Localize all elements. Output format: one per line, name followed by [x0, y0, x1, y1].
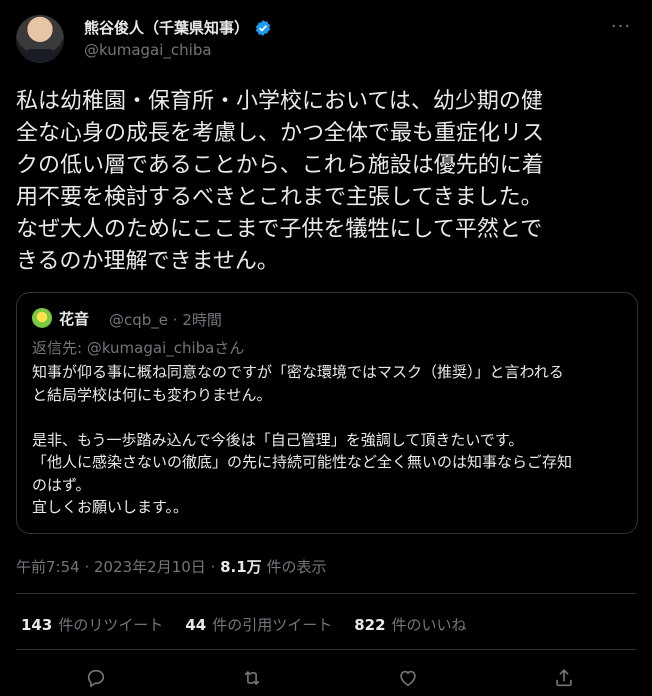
view-label: 件の表示 — [261, 558, 327, 576]
verified-badge-icon — [255, 19, 271, 36]
quote-avatar[interactable] — [32, 308, 52, 328]
tweet-timestamp[interactable]: 午前7:54 · 2023年2月10日 · — [16, 558, 220, 576]
quote-handle-time: @cqb_e · 2時間 — [109, 311, 222, 329]
heart-icon — [400, 670, 416, 687]
more-options-icon[interactable]: ··· — [608, 14, 634, 40]
like-button[interactable] — [394, 664, 422, 692]
author-handle[interactable]: @kumagai_chiba — [84, 41, 212, 59]
quote-reply-to: 返信先: @kumagai_chibaさん — [32, 339, 245, 357]
quote-text: 知事が仰る事に概ね同意なのですが「密な環境ではマスク（推奨）」と言われる と結局… — [32, 363, 573, 516]
retweet-icon — [244, 670, 260, 686]
reply-icon — [87, 669, 105, 688]
action-bar — [0, 660, 652, 696]
engagement-stats: 143 件のリツイート 44 件の引用ツイート 822 件のいいね — [21, 614, 467, 635]
author-avatar[interactable] — [16, 15, 64, 63]
quote-stat[interactable]: 44 件の引用ツイート — [185, 614, 332, 635]
author-display-name[interactable]: 熊谷俊人（千葉県知事） — [84, 17, 249, 38]
retweet-stat[interactable]: 143 件のリツイート — [21, 614, 163, 635]
author-name-row: 熊谷俊人（千葉県知事） — [84, 17, 272, 38]
divider — [16, 593, 636, 594]
reply-button[interactable] — [82, 664, 110, 692]
tweet-meta: 午前7:54 · 2023年2月10日 · 8.1万 件の表示 — [16, 556, 326, 577]
quote-author-name: 花音 — [59, 310, 90, 328]
tweet-text: 私は幼稚園・保育所・小学校においては、幼少期の健 全な心身の成長を考慮し、かつ全… — [16, 89, 545, 274]
view-count: 8.1万 — [220, 558, 262, 576]
share-icon — [556, 669, 572, 687]
like-stat[interactable]: 822 件のいいね — [354, 614, 466, 635]
share-button[interactable] — [550, 664, 578, 692]
quoted-tweet[interactable]: 花音 @cqb_e · 2時間 返信先: @kumagai_chibaさん 知事… — [16, 292, 638, 534]
divider — [16, 649, 636, 650]
retweet-button[interactable] — [238, 664, 266, 692]
avatar-figure — [22, 49, 58, 63]
